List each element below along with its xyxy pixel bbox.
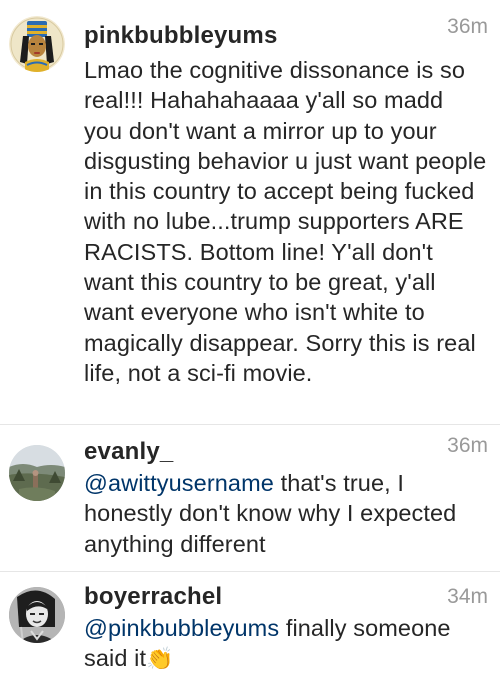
user-mention-link[interactable]: @awittyusername (84, 470, 274, 496)
comment-username[interactable]: evanly_ (84, 438, 173, 466)
comment-username[interactable]: pinkbubbleyums (84, 22, 278, 50)
avatar[interactable] (9, 445, 65, 501)
comment-timestamp: 36m (447, 15, 488, 38)
user-mention-link[interactable]: @pinkbubbleyums (84, 615, 279, 641)
bw-portrait-icon (9, 587, 65, 643)
comment-text: @pinkbubbleyums finally someone said it👏 (84, 613, 488, 675)
comment-text: @awittyusername that's true, I honestly … (84, 468, 488, 559)
comment-item: pinkbubbleyums 36m Lmao the cognitive di… (0, 0, 500, 425)
egyptian-queen-icon (9, 16, 65, 72)
comment-text: Lmao the cognitive dissonance is so real… (84, 57, 487, 386)
landscape-photo-icon (9, 445, 65, 501)
comment-item: boyerrachel 34m @pinkbubbleyums finally … (0, 572, 500, 692)
clapping-hands-icon: 👏 (146, 646, 174, 672)
comment-item: evanly_ 36m @awittyusername that's true,… (0, 425, 500, 572)
comment-username[interactable]: boyerrachel (84, 583, 222, 611)
avatar[interactable] (9, 16, 65, 72)
comment-timestamp: 34m (447, 585, 488, 608)
avatar[interactable] (9, 587, 65, 643)
comment-timestamp: 36m (447, 434, 488, 457)
